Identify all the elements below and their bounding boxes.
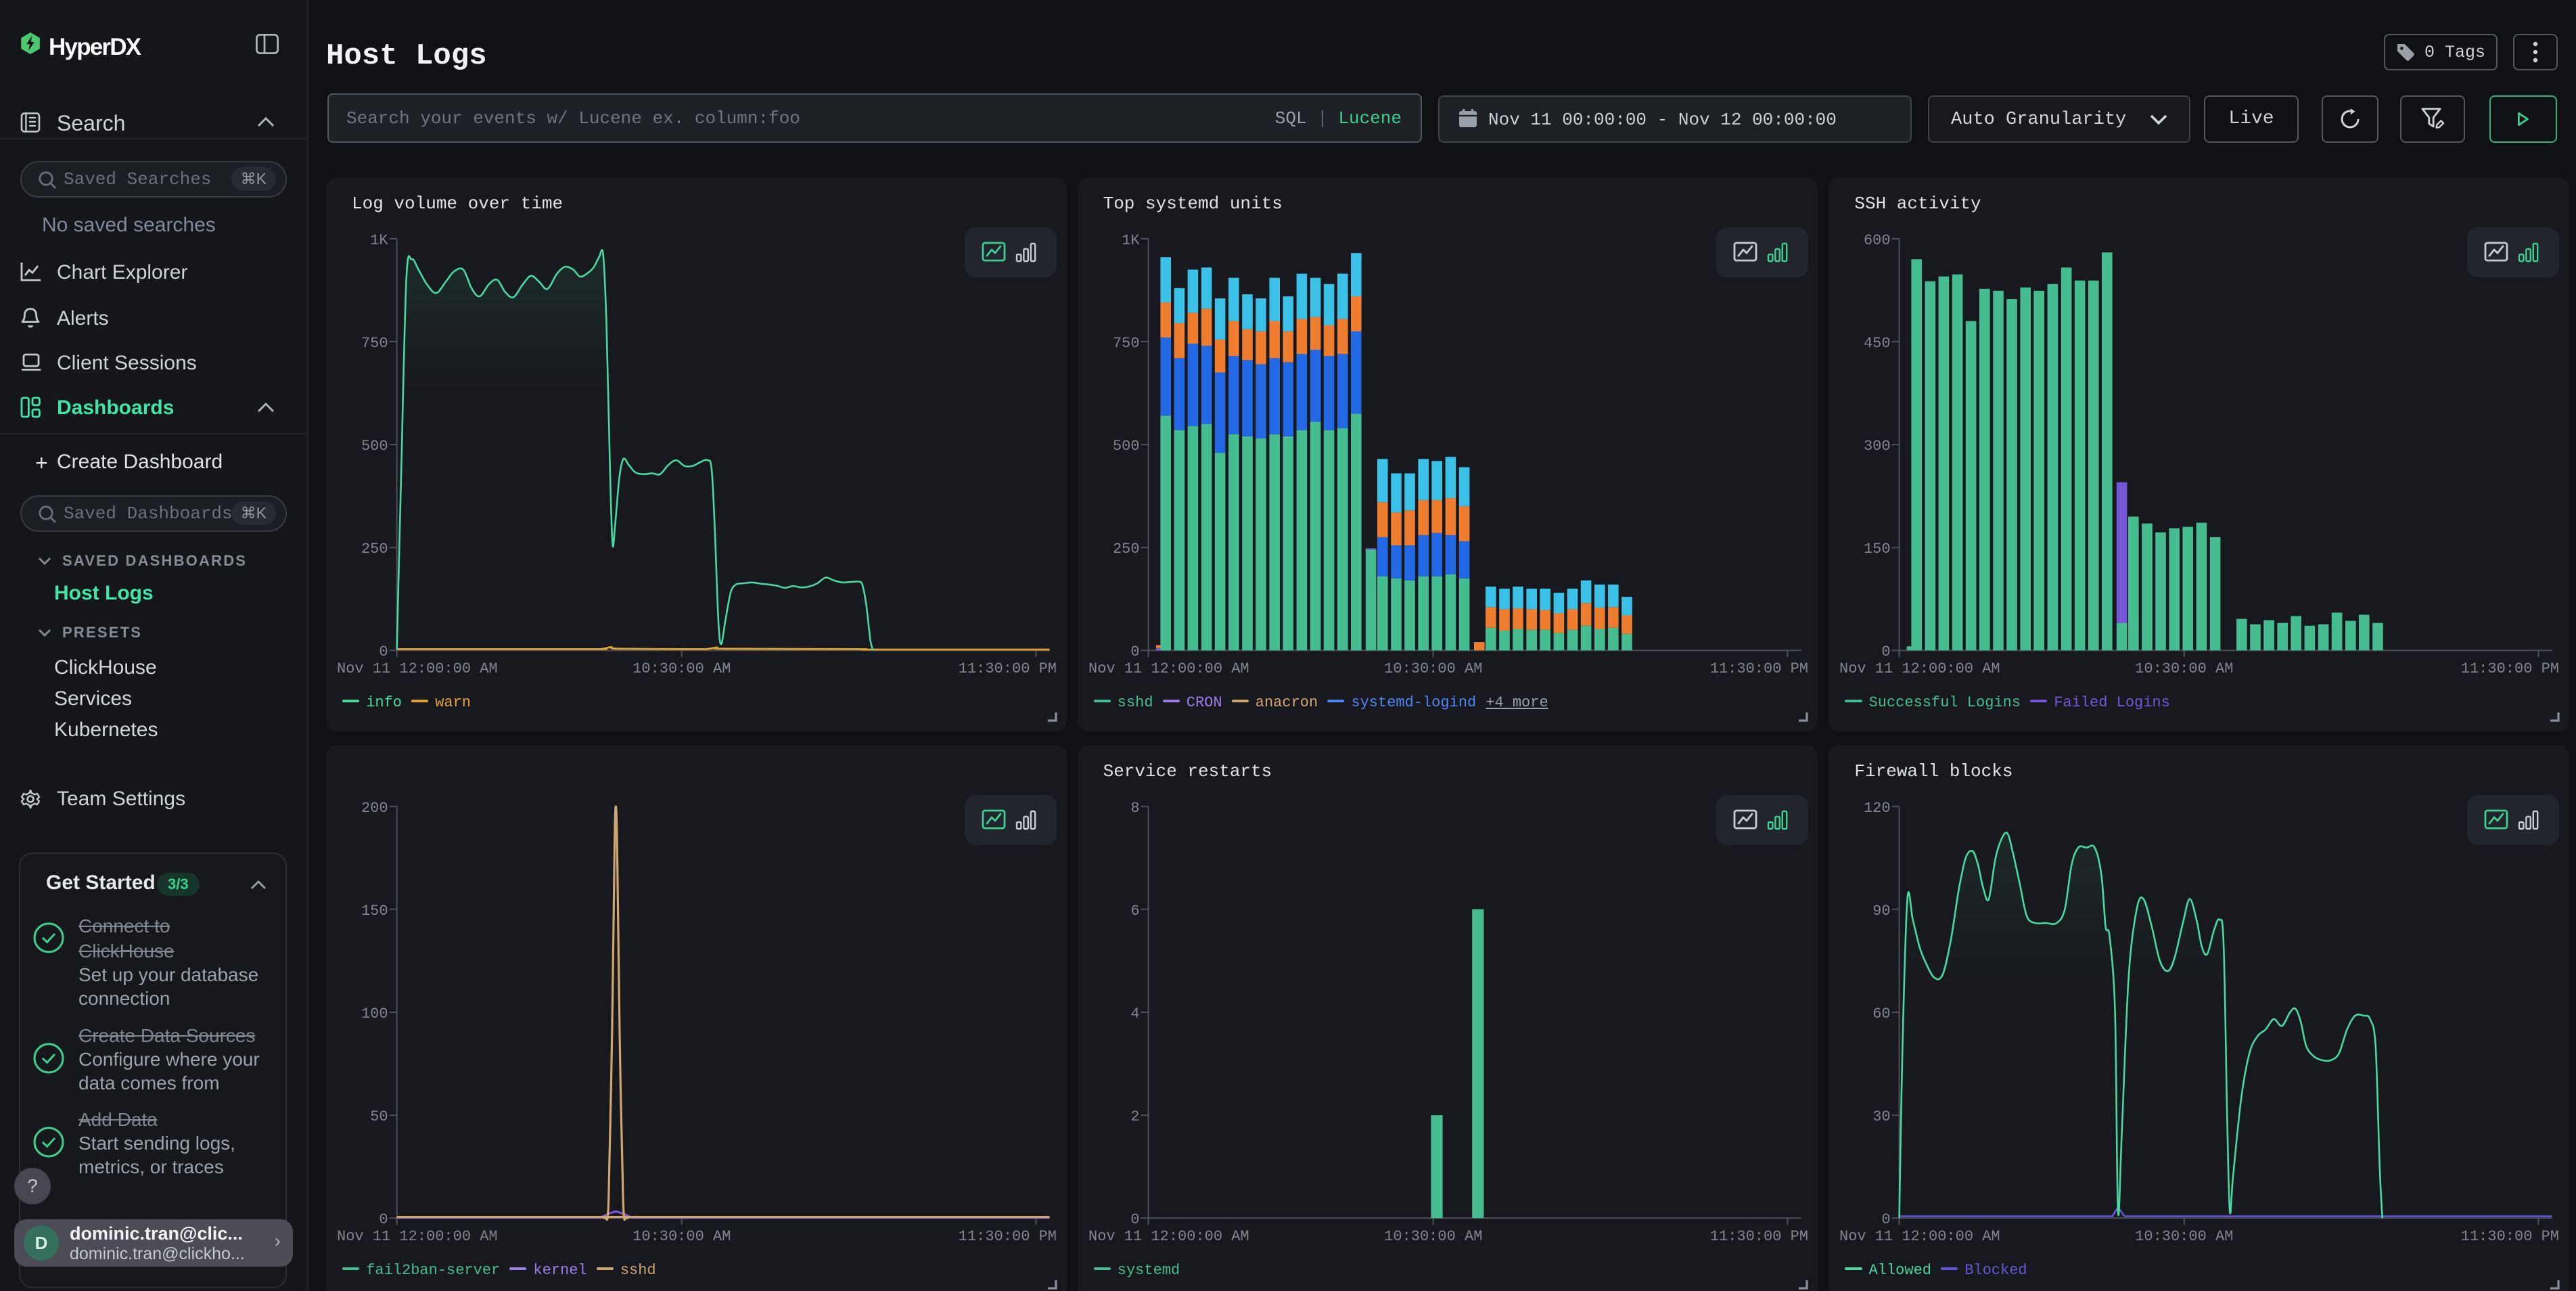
svg-text:0: 0: [1130, 643, 1139, 660]
svg-text:11:30:00 PM: 11:30:00 PM: [2461, 1228, 2559, 1245]
svg-text:750: 750: [1113, 335, 1140, 352]
svg-text:2: 2: [1130, 1108, 1139, 1125]
svg-text:10:30:00 AM: 10:30:00 AM: [632, 1228, 731, 1245]
svg-text:10:30:00 AM: 10:30:00 AM: [1384, 1228, 1482, 1245]
svg-text:0: 0: [1130, 1211, 1139, 1228]
svg-text:750: 750: [361, 335, 388, 352]
svg-text:1K: 1K: [1122, 232, 1140, 249]
svg-text:0: 0: [379, 1211, 388, 1228]
svg-text:Nov 11 12:00:00 AM: Nov 11 12:00:00 AM: [1088, 1228, 1249, 1245]
svg-text:30: 30: [1873, 1108, 1891, 1125]
svg-text:150: 150: [361, 903, 388, 920]
svg-text:Nov 11 12:00:00 AM: Nov 11 12:00:00 AM: [1839, 1228, 2000, 1245]
svg-text:500: 500: [1113, 438, 1140, 455]
svg-text:50: 50: [370, 1108, 388, 1125]
svg-text:10:30:00 AM: 10:30:00 AM: [2136, 660, 2234, 677]
svg-text:300: 300: [1864, 438, 1891, 455]
svg-text:100: 100: [361, 1005, 388, 1022]
svg-text:Nov 11 12:00:00 AM: Nov 11 12:00:00 AM: [337, 1228, 498, 1245]
svg-text:10:30:00 AM: 10:30:00 AM: [1384, 660, 1482, 677]
svg-text:250: 250: [361, 541, 388, 558]
svg-text:500: 500: [361, 438, 388, 455]
svg-text:6: 6: [1130, 903, 1139, 920]
svg-text:60: 60: [1873, 1005, 1891, 1022]
svg-text:10:30:00 AM: 10:30:00 AM: [2136, 1228, 2234, 1245]
svg-text:90: 90: [1873, 903, 1891, 920]
svg-text:Nov 11 12:00:00 AM: Nov 11 12:00:00 AM: [337, 660, 498, 677]
svg-text:11:30:00 PM: 11:30:00 PM: [959, 1228, 1057, 1245]
svg-text:600: 600: [1864, 232, 1891, 249]
svg-text:4: 4: [1130, 1005, 1139, 1022]
svg-text:11:30:00 PM: 11:30:00 PM: [1709, 660, 1808, 677]
svg-text:Nov 11 12:00:00 AM: Nov 11 12:00:00 AM: [1088, 660, 1249, 677]
svg-text:10:30:00 AM: 10:30:00 AM: [632, 660, 731, 677]
svg-text:0: 0: [379, 643, 388, 660]
svg-text:0: 0: [1882, 1211, 1891, 1228]
svg-text:200: 200: [361, 800, 388, 817]
svg-text:250: 250: [1113, 541, 1140, 558]
svg-text:11:30:00 PM: 11:30:00 PM: [2461, 660, 2559, 677]
svg-text:1K: 1K: [370, 232, 388, 249]
svg-text:0: 0: [1882, 643, 1891, 660]
svg-text:Nov 11 12:00:00 AM: Nov 11 12:00:00 AM: [1839, 660, 2000, 677]
svg-text:150: 150: [1864, 541, 1891, 558]
svg-text:120: 120: [1864, 800, 1891, 817]
svg-text:11:30:00 PM: 11:30:00 PM: [959, 660, 1057, 677]
svg-text:11:30:00 PM: 11:30:00 PM: [1709, 1228, 1808, 1245]
svg-text:8: 8: [1130, 800, 1139, 817]
svg-text:450: 450: [1864, 335, 1891, 352]
